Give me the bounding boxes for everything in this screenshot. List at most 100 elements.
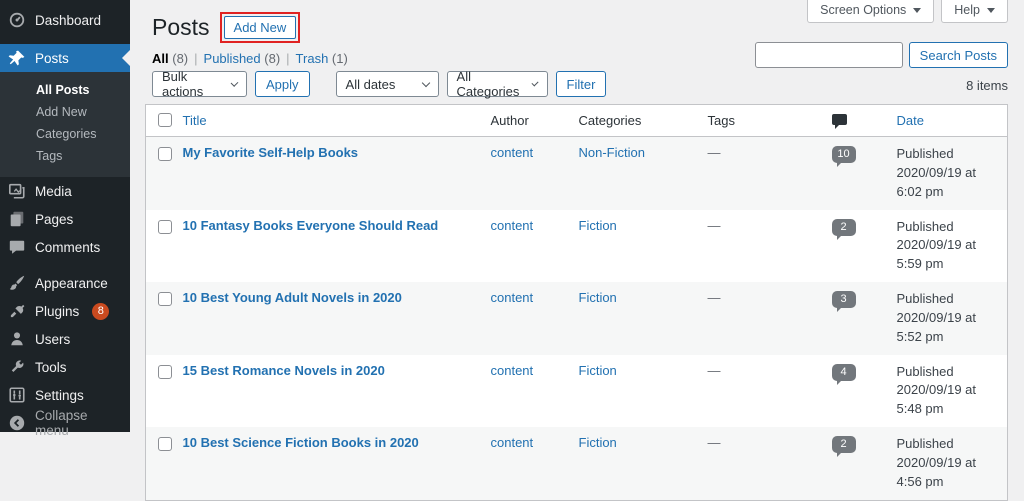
table-row: 10 Best Science Fiction Books in 2020 co… bbox=[145, 427, 1008, 501]
sidebar-item-label: Users bbox=[35, 331, 71, 347]
filter-button[interactable]: Filter bbox=[555, 71, 607, 97]
post-title-link[interactable]: 15 Best Romance Novels in 2020 bbox=[183, 363, 385, 378]
sidebar-item-label: Plugins bbox=[35, 303, 80, 319]
row-checkbox[interactable] bbox=[158, 437, 172, 452]
column-header-categories: Categories bbox=[578, 113, 642, 128]
column-header-tags: Tags bbox=[707, 113, 735, 128]
all-categories-select[interactable]: All Categories bbox=[446, 69, 548, 99]
chevron-down-icon bbox=[230, 78, 239, 87]
comment-count-bubble[interactable]: 2 bbox=[831, 436, 856, 458]
author-link[interactable]: content bbox=[491, 435, 534, 450]
category-link[interactable]: Fiction bbox=[579, 435, 617, 450]
sidebar-item-posts[interactable]: Posts bbox=[0, 44, 130, 72]
chevron-down-icon bbox=[421, 78, 430, 87]
posts-table: Title Author Categories Tags Date My Fav… bbox=[145, 104, 1008, 501]
row-checkbox[interactable] bbox=[158, 292, 172, 307]
comment-count-bubble[interactable]: 2 bbox=[831, 218, 856, 240]
pushpin-icon bbox=[8, 49, 26, 67]
sidebar-item-users[interactable]: Users bbox=[0, 325, 130, 353]
author-link[interactable]: content bbox=[491, 145, 534, 160]
column-header-author: Author bbox=[490, 113, 529, 128]
view-all-count: (8) bbox=[172, 51, 189, 66]
comment-count-bubble[interactable]: 10 bbox=[831, 146, 856, 167]
row-checkbox[interactable] bbox=[158, 364, 172, 379]
column-header-title[interactable]: Title bbox=[183, 113, 207, 128]
post-status: Published bbox=[896, 218, 954, 234]
row-checkbox[interactable] bbox=[158, 147, 172, 161]
table-row: 10 Fantasy Books Everyone Should Read co… bbox=[146, 210, 1008, 283]
sidebar-item-plugins[interactable]: Plugins 8 bbox=[0, 297, 130, 325]
sidebar-item-comments[interactable]: Comments bbox=[0, 233, 130, 261]
comment-count-bubble[interactable]: 4 bbox=[831, 363, 856, 385]
select-all-checkbox[interactable] bbox=[158, 113, 172, 127]
row-checkbox[interactable] bbox=[158, 219, 172, 234]
author-link[interactable]: content bbox=[491, 218, 534, 233]
red-annotation-box: Add New bbox=[219, 12, 301, 43]
screen-meta-tabs: Screen Options Help bbox=[807, 0, 1008, 23]
view-separator: | bbox=[286, 51, 290, 66]
bulk-actions-select[interactable]: Bulk actions bbox=[152, 69, 247, 99]
author-link[interactable]: content bbox=[491, 363, 534, 378]
post-title-link[interactable]: My Favorite Self-Help Books bbox=[183, 145, 359, 160]
collapse-menu-button[interactable]: Collapse menu bbox=[0, 408, 130, 438]
sidebar-item-label: Comments bbox=[35, 239, 101, 255]
submenu-item-categories[interactable]: Categories bbox=[0, 123, 130, 145]
author-link[interactable]: content bbox=[491, 290, 534, 305]
category-link[interactable]: Non-Fiction bbox=[579, 145, 645, 160]
category-link[interactable]: Fiction bbox=[579, 290, 617, 305]
settings-icon bbox=[8, 386, 26, 404]
caret-down-icon bbox=[987, 7, 995, 13]
post-title-link[interactable]: 10 Fantasy Books Everyone Should Read bbox=[183, 218, 439, 233]
submenu-item-tags[interactable]: Tags bbox=[0, 145, 130, 167]
apply-button[interactable]: Apply bbox=[255, 71, 310, 97]
search-posts-button[interactable]: Search Posts bbox=[908, 42, 1008, 68]
tags-value: — bbox=[707, 290, 721, 306]
sidebar-item-tools[interactable]: Tools bbox=[0, 353, 130, 381]
post-status: Published bbox=[896, 146, 954, 161]
sidebar-item-dashboard[interactable]: Dashboard bbox=[0, 6, 130, 34]
table-row: 15 Best Romance Novels in 2020 content F… bbox=[146, 355, 1008, 428]
help-button[interactable]: Help bbox=[941, 0, 1008, 23]
table-header-row: Title Author Categories Tags Date bbox=[145, 105, 1008, 137]
submenu-item-add-new[interactable]: Add New bbox=[0, 101, 130, 123]
screen-options-button[interactable]: Screen Options bbox=[807, 0, 935, 23]
view-published-link[interactable]: Published (8) bbox=[204, 51, 281, 66]
sidebar-item-appearance[interactable]: Appearance bbox=[0, 269, 130, 297]
comment-count-bubble[interactable]: 3 bbox=[831, 291, 856, 313]
table-row: 10 Best Young Adult Novels in 2020 conte… bbox=[145, 282, 1008, 355]
column-header-date[interactable]: Date bbox=[897, 113, 924, 128]
collapse-menu-label: Collapse menu bbox=[35, 408, 88, 438]
plugins-update-badge: 8 bbox=[92, 302, 110, 320]
sidebar-item-pages[interactable]: Pages bbox=[0, 205, 130, 233]
view-trash-link[interactable]: Trash (1) bbox=[296, 51, 348, 66]
add-new-button[interactable]: Add New bbox=[223, 16, 297, 39]
table-row: My Favorite Self-Help Books content Non-… bbox=[145, 136, 1008, 210]
caret-down-icon bbox=[913, 7, 922, 13]
post-status: Published bbox=[896, 436, 954, 452]
items-count: 8 items bbox=[966, 78, 1008, 93]
posts-submenu: All Posts Add New Categories Tags bbox=[0, 72, 130, 177]
sidebar-item-settings[interactable]: Settings bbox=[0, 381, 130, 409]
post-status: Published bbox=[896, 291, 954, 307]
sidebar-item-media[interactable]: Media bbox=[0, 177, 130, 205]
post-date: 2020/09/19 at 5:52 pm bbox=[896, 309, 977, 344]
post-title-link[interactable]: 10 Best Young Adult Novels in 2020 bbox=[183, 290, 402, 305]
sidebar-item-label: Pages bbox=[35, 211, 74, 227]
search-input[interactable] bbox=[754, 42, 903, 68]
tags-value: — bbox=[707, 362, 721, 378]
category-link[interactable]: Fiction bbox=[579, 218, 617, 233]
post-title-link[interactable]: 10 Best Science Fiction Books in 2020 bbox=[183, 435, 419, 450]
post-date: 2020/09/19 at 6:02 pm bbox=[896, 164, 977, 199]
tags-value: — bbox=[707, 217, 721, 233]
submenu-item-all-posts[interactable]: All Posts bbox=[0, 79, 130, 101]
collapse-arrow-icon bbox=[8, 414, 26, 432]
appearance-icon bbox=[8, 274, 26, 292]
category-link[interactable]: Fiction bbox=[579, 363, 617, 378]
page-title-row: Posts Add New bbox=[152, 12, 301, 43]
comments-column-icon[interactable] bbox=[831, 114, 847, 129]
view-all-link[interactable]: All (8) bbox=[152, 51, 188, 66]
tags-value: — bbox=[707, 145, 721, 160]
chevron-down-icon bbox=[531, 78, 540, 87]
all-dates-select[interactable]: All dates bbox=[335, 71, 439, 97]
page-title: Posts bbox=[152, 14, 210, 40]
